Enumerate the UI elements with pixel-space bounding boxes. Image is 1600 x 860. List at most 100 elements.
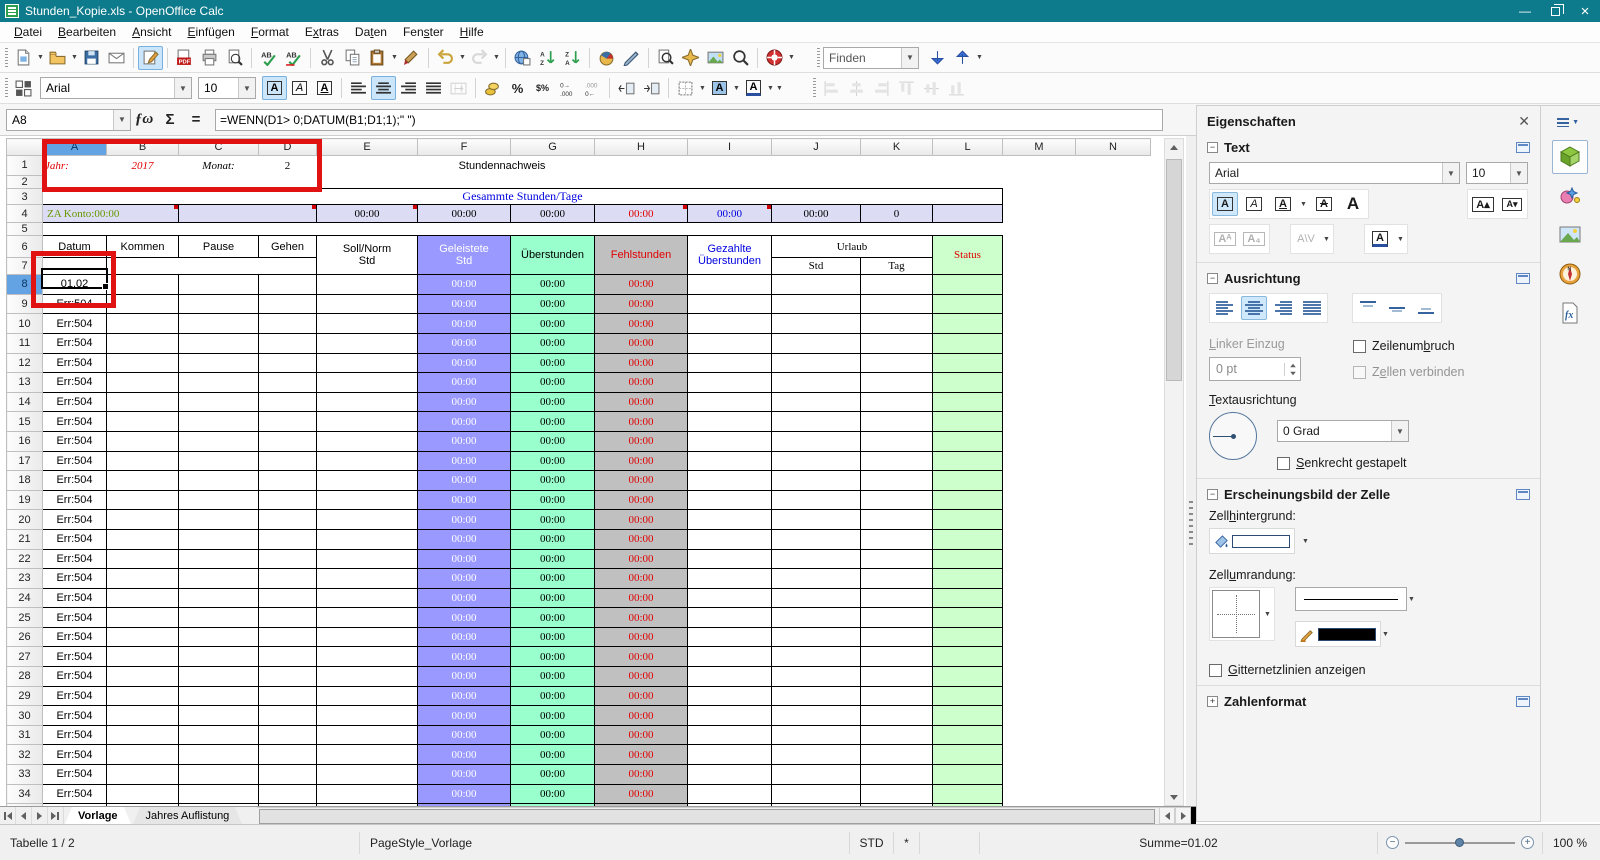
cell-fehlstunden[interactable]: 00:00 [594,372,688,393]
cell[interactable] [106,744,179,766]
row-header[interactable]: 11 [6,332,43,354]
header-pause[interactable]: Pause [178,235,259,259]
cell[interactable] [1003,686,1076,706]
cell-date[interactable]: Err:504 [42,450,107,472]
cell[interactable] [1003,275,1076,295]
cell[interactable] [1003,706,1076,726]
cell[interactable] [1076,667,1151,687]
undo-button[interactable] [433,46,458,70]
row-header[interactable]: 8 [6,274,43,295]
cell[interactable] [771,626,861,648]
cell[interactable] [1076,451,1151,471]
cell[interactable] [687,332,772,354]
header-urlaub-std[interactable]: Std [771,257,861,276]
menu-item-ansicht[interactable]: Ansicht [124,23,179,41]
cell-fehlstunden[interactable]: 00:00 [594,450,688,472]
tab-properties[interactable] [1552,140,1588,174]
zoom-in-button[interactable]: + [1521,836,1534,849]
cell-ueberstunden[interactable]: 00:00 [510,313,595,334]
align-right-button[interactable] [396,76,421,100]
cell[interactable] [860,724,933,746]
cell-status[interactable] [932,783,1003,805]
cell[interactable] [860,528,933,550]
cell[interactable] [1003,294,1076,314]
cell[interactable] [687,744,772,766]
row-header[interactable]: 6 [6,235,43,259]
cell-summary-title[interactable]: Gesammte Stunden/Tage [42,188,1003,206]
cell-fehlstunden[interactable]: 00:00 [594,293,688,315]
cell[interactable] [687,411,772,432]
cell[interactable] [316,332,418,354]
cell[interactable] [106,450,179,472]
tab-styles[interactable] [1552,179,1588,213]
copy-button[interactable] [340,46,365,70]
cell-a7[interactable] [42,257,107,276]
cell[interactable] [178,391,259,413]
cell[interactable] [860,587,933,609]
sidebar-bold-button[interactable]: A [1212,192,1238,216]
text-rotation-dial[interactable] [1209,412,1257,460]
cell-date[interactable]: Err:504 [42,332,107,354]
cell[interactable] [316,548,418,570]
cell[interactable] [316,568,418,589]
sidebar-align-center-button[interactable] [1241,296,1267,320]
cell-status[interactable] [932,313,1003,334]
cell-ueberstunden[interactable]: 00:00 [510,666,595,687]
sidebar-font-color-dropdown[interactable]: ▼ [1396,227,1405,251]
cut-button[interactable] [315,46,340,70]
background-color-dropdown[interactable]: ▼ [732,76,741,100]
cell[interactable] [316,724,418,746]
column-header-e[interactable]: E [316,138,418,156]
expand-number-format-icon[interactable]: + [1207,696,1218,707]
cell-fehlstunden[interactable]: 00:00 [594,568,688,589]
cell[interactable] [1003,471,1076,491]
cell[interactable] [258,489,317,511]
cell[interactable] [178,411,259,432]
sheet-tab-jahres-auflistung[interactable]: Jahres Auflistung [132,807,243,824]
cell-fehlstunden[interactable]: 00:00 [594,626,688,648]
cell-date[interactable]: Err:504 [42,607,107,628]
row-header[interactable]: 25 [6,607,43,628]
horizontal-scrollbar-thumb[interactable] [259,809,1155,824]
export-pdf-button[interactable]: PDF [172,46,197,70]
cell[interactable] [316,528,418,550]
cell[interactable] [178,587,259,609]
zoom-level[interactable]: 100 % [1542,831,1600,854]
cell[interactable] [771,411,861,432]
cell[interactable] [687,372,772,393]
cell-jahr-value[interactable]: 2017 [107,156,179,176]
redo-dropdown[interactable]: ▼ [492,46,501,70]
cell[interactable] [258,509,317,530]
menu-item-hilfe[interactable]: Hilfe [452,23,492,41]
cell[interactable] [258,646,317,668]
find-toolbar-overflow[interactable]: ▼ [975,46,984,70]
cell-fehlstunden[interactable]: 00:00 [594,332,688,354]
cell[interactable] [860,764,933,785]
cell-fehlstunden[interactable]: 00:00 [594,352,688,374]
menu-item-fenster[interactable]: Fenster [395,23,452,41]
cell-ueberstunden[interactable]: 00:00 [510,372,595,393]
cell[interactable] [1076,608,1151,628]
row-header[interactable]: 34 [6,783,43,805]
cell-fehlstunden[interactable]: 00:00 [594,313,688,334]
cell[interactable] [687,450,772,472]
cell[interactable] [1003,392,1076,412]
cell[interactable] [1003,451,1076,471]
sidebar-align-right-button[interactable] [1270,296,1296,320]
cell[interactable] [771,274,861,295]
cell-status[interactable] [932,528,1003,550]
cell[interactable] [106,470,179,491]
cell[interactable] [1076,412,1151,432]
row-header[interactable]: 5 [6,222,43,237]
cell-ueberstunden[interactable]: 00:00 [510,391,595,413]
cell[interactable] [258,470,317,491]
cell[interactable] [1076,333,1151,353]
insert-chart-button[interactable] [594,46,619,70]
cell-ueberstunden[interactable]: 00:00 [510,274,595,295]
scroll-right-arrow[interactable] [1175,807,1191,824]
cell[interactable] [1076,314,1151,334]
cell-geleistete[interactable]: 00:00 [417,391,511,413]
cell[interactable] [258,548,317,570]
column-header-n[interactable]: N [1075,138,1151,156]
cell[interactable] [1076,647,1151,667]
